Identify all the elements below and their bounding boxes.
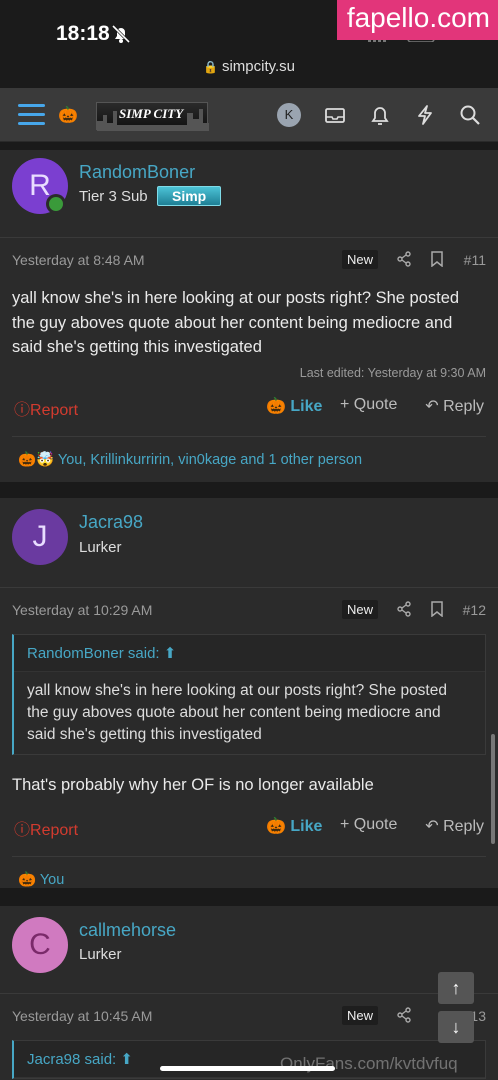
user-title: Lurker [79,946,122,963]
user-badge: Simp [157,186,222,206]
user-avatar[interactable]: K [277,103,301,127]
like-button[interactable]: 🎃 Like [266,396,322,416]
like-button[interactable]: 🎃 Like [266,816,322,836]
site-navbar: 🎃 SIMP CITY K [0,88,498,142]
quote-button[interactable]: + Quote [340,816,397,834]
bottom-watermark: OnlyFans.com/kvtdvfuq [280,1054,458,1073]
reactions-bar[interactable]: 🎃🤯 You, Krillinkurririn, vin0kage and 1 … [0,437,498,482]
status-bar: 18:18 fapello.com [0,0,498,58]
username[interactable]: RandomBoner [79,162,195,183]
post-date[interactable]: Yesterday at 10:29 AM [12,602,152,618]
pumpkin-icon: 🎃 [266,817,286,835]
post-header: J Jacra98 Lurker [0,498,498,588]
arrow-down-icon: ↓ [451,1017,461,1037]
reactions-bar[interactable]: 🎃 You [0,857,498,902]
url-text: simpcity.su [221,58,296,75]
post-date[interactable]: Yesterday at 10:45 AM [12,1008,152,1024]
new-badge: New [342,1006,379,1025]
report-icon: ⓘ [14,401,31,419]
post-meta: Yesterday at 8:48 AM New #11 [0,238,498,284]
quote-block: RandomBoner said: ⬆ yall know she's in h… [12,634,486,755]
username[interactable]: callmehorse [79,920,176,941]
quote-body: yall know she's in here looking at our p… [14,672,485,754]
new-badge: New [342,600,379,619]
post-body: That's probably why her OF is no longer … [12,776,374,794]
post-actions: ⓘReport 🎃 Like + Quote ↶ Reply [0,396,498,436]
avatar[interactable]: J [12,509,68,565]
post-actions: ⓘReport 🎃 Like + Quote ↶ Reply [0,816,498,856]
post-meta: Yesterday at 10:29 AM New #12 [0,588,498,634]
reaction-icons: 🎃 [18,871,37,888]
reply-button[interactable]: ↶ Reply [425,816,484,836]
post-number[interactable]: #11 [464,252,486,268]
scroll-top-button[interactable]: ↑ [438,972,474,1004]
last-edited: Last edited: Yesterday at 9:30 AM [299,365,486,380]
status-time: 18:18 [56,22,110,45]
post-11: R RandomBoner Tier 3 Sub Simp Yesterday … [0,150,498,482]
pumpkin-icon: 🎃 [266,397,286,415]
avatar[interactable]: C [12,917,68,973]
bookmark-icon[interactable] [430,251,444,267]
reactions-text: You, Krillinkurririn, vin0kage and 1 oth… [57,451,363,468]
scroll-bottom-button[interactable]: ↓ [438,1011,474,1043]
report-button[interactable]: ⓘReport [14,396,78,420]
scrollbar[interactable] [491,734,495,844]
pumpkin-icon: 🎃 [58,107,78,124]
bell-off-icon [112,24,130,44]
lock-icon: 🔒 [202,60,218,74]
url-bar[interactable]: 🔒 simpcity.su [0,58,498,88]
reactions-text: You [39,871,65,888]
search-icon[interactable] [459,104,481,126]
post-body: yall know she's in here looking at our p… [12,289,460,356]
username[interactable]: Jacra98 [79,512,143,533]
online-status-icon [46,194,66,214]
post-number[interactable]: #12 [463,602,486,618]
report-button[interactable]: ⓘReport [14,816,78,840]
watermark: fapello.com [336,0,498,40]
quote-author[interactable]: RandomBoner said: ⬆ [14,635,485,672]
new-badge: New [342,250,379,269]
bell-icon[interactable] [369,104,391,126]
post-meta: Yesterday at 10:45 AM New #13 [0,994,498,1040]
share-icon[interactable] [396,601,412,617]
reply-button[interactable]: ↶ Reply [425,396,484,416]
post-12: J Jacra98 Lurker Yesterday at 10:29 AM N… [0,498,498,888]
post-header: R RandomBoner Tier 3 Sub Simp [0,150,498,238]
arrow-up-circle-icon[interactable]: ⬆ [120,1051,133,1068]
mail-icon[interactable] [324,104,346,126]
quote-button[interactable]: + Quote [340,396,397,414]
share-icon[interactable] [396,1007,412,1023]
reply-icon: ↶ [425,817,439,835]
menu-icon[interactable] [18,104,45,126]
reaction-icons: 🎃🤯 [18,451,55,468]
home-indicator[interactable] [160,1066,335,1071]
lightning-icon[interactable] [414,104,436,126]
logo-text: SIMP CITY [119,106,184,121]
bookmark-icon[interactable] [430,601,444,617]
site-logo[interactable]: SIMP CITY [96,102,209,131]
post-header: C callmehorse Lurker [0,906,498,994]
arrow-up-circle-icon[interactable]: ⬆ [164,645,177,662]
reply-icon: ↶ [425,397,439,415]
arrow-up-icon: ↑ [451,978,461,998]
report-icon: ⓘ [14,821,31,839]
post-date[interactable]: Yesterday at 8:48 AM [12,252,145,268]
share-icon[interactable] [396,251,412,267]
user-title: Tier 3 Sub [79,188,148,205]
user-title: Lurker [79,539,122,556]
